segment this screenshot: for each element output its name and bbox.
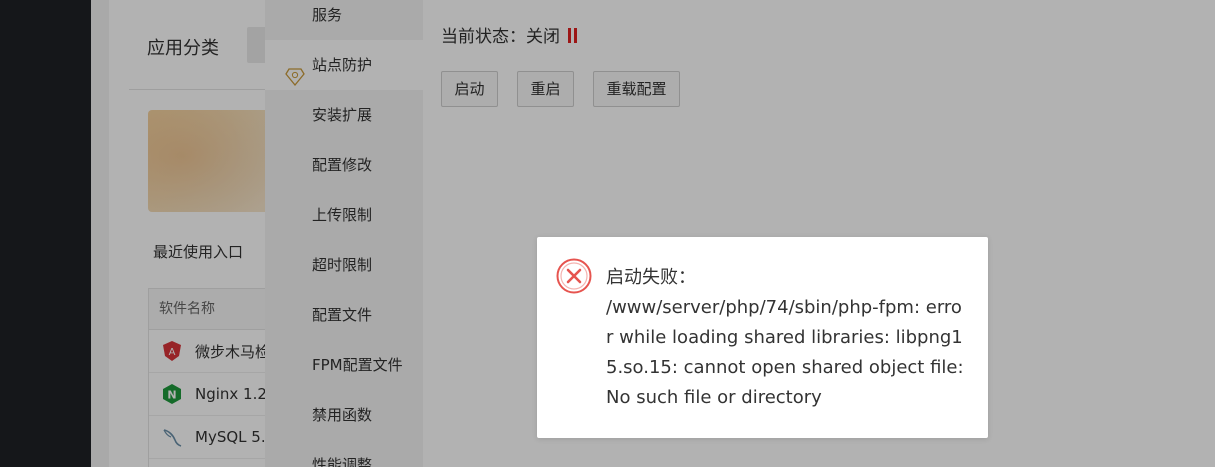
error-circle-x-icon (556, 258, 592, 294)
error-dialog: 启动失败： /www/server/php/74/sbin/php-fpm: e… (537, 237, 988, 438)
error-message: 启动失败： /www/server/php/74/sbin/php-fpm: e… (606, 267, 964, 408)
